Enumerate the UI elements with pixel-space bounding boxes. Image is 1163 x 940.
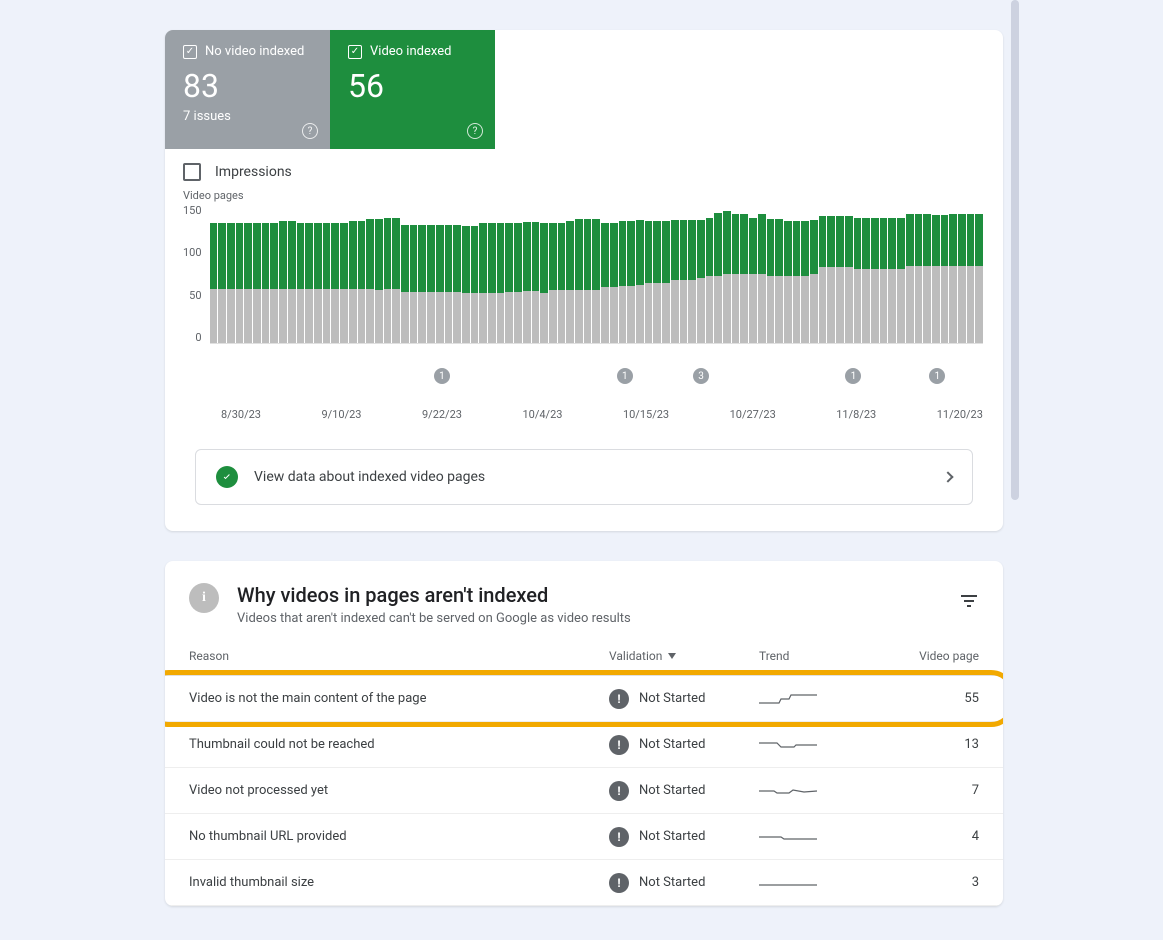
info-icon: i [189,583,219,613]
tile-label: Video indexed [370,44,451,59]
chart-event-markers: 1 1 3 1 1 [221,368,983,386]
sort-desc-icon [668,653,676,659]
issue-reason: No thumbnail URL provided [189,829,609,844]
issues-card: i Why videos in pages aren't indexed Vid… [165,561,1003,906]
issues-subtitle: Videos that aren't indexed can't be serv… [237,611,631,626]
issue-page-count: 4 [889,829,979,844]
trend-sparkline [759,735,889,755]
col-trend: Trend [759,649,889,663]
status-not-started-icon: ! [609,689,629,709]
chart-y-title: Video pages [183,189,983,202]
chart-marker[interactable]: 3 [693,368,709,384]
issue-row[interactable]: Video not processed yet!Not Started 7 [165,768,1003,814]
help-icon[interactable]: ? [302,123,318,139]
trend-sparkline [759,781,889,801]
checkbox-checked-icon: ✓ [348,45,362,59]
col-pages: Video page [889,649,979,663]
issue-row[interactable]: No thumbnail URL provided!Not Started 4 [165,814,1003,860]
summary-tiles: ✓ No video indexed 83 7 issues ? ✓ Video… [165,30,1003,149]
issue-page-count: 3 [889,875,979,890]
checkbox-empty-icon[interactable] [183,163,201,181]
issues-table-header: Reason Validation Trend Video page [165,636,1003,676]
tile-video-indexed[interactable]: ✓ Video indexed 56 ? [330,30,495,149]
status-not-started-icon: ! [609,873,629,893]
chart-marker[interactable]: 1 [434,368,450,384]
issue-reason: Invalid thumbnail size [189,875,609,890]
issue-reason: Video is not the main content of the pag… [189,691,609,706]
y-axis-ticks: 150100500 [183,204,210,344]
issue-page-count: 13 [889,737,979,752]
chart-marker[interactable]: 1 [929,368,945,384]
checkbox-checked-icon: ✓ [183,45,197,59]
trend-sparkline [759,873,889,893]
trend-sparkline [759,827,889,847]
tile-subtext: 7 issues [183,109,312,124]
vertical-scrollbar[interactable] [1011,0,1023,940]
check-circle-icon [216,466,238,488]
validation-status: !Not Started [609,827,759,847]
banner-text: View data about indexed video pages [254,469,485,485]
validation-status: !Not Started [609,781,759,801]
chart-plot[interactable] [210,204,983,344]
validation-status: !Not Started [609,689,759,709]
x-axis-ticks: 8/30/239/10/239/22/2310/4/2310/15/2310/2… [221,408,983,421]
issue-page-count: 7 [889,783,979,798]
issue-row[interactable]: Thumbnail could not be reached!Not Start… [165,722,1003,768]
view-indexed-data-banner[interactable]: View data about indexed video pages [195,449,973,505]
validation-status: !Not Started [609,735,759,755]
tile-count: 56 [348,67,477,105]
issue-reason: Thumbnail could not be reached [189,737,609,752]
filter-icon[interactable] [959,591,979,611]
issues-title: Why videos in pages aren't indexed [237,583,631,607]
status-not-started-icon: ! [609,827,629,847]
trend-sparkline [759,689,889,709]
validation-status: !Not Started [609,873,759,893]
col-validation[interactable]: Validation [609,649,759,663]
tile-no-video-indexed[interactable]: ✓ No video indexed 83 7 issues ? [165,30,330,149]
impressions-toggle-row[interactable]: Impressions [165,149,1003,189]
chart-area: Video pages 150100500 1 1 3 1 1 8/30/239/10/… [165,189,1003,431]
status-not-started-icon: ! [609,781,629,801]
col-reason: Reason [189,649,609,663]
tile-label: No video indexed [205,44,304,59]
status-not-started-icon: ! [609,735,629,755]
issue-row[interactable]: Invalid thumbnail size!Not Started 3 [165,860,1003,906]
chart-marker[interactable]: 1 [845,368,861,384]
issue-reason: Video not processed yet [189,783,609,798]
chart-marker[interactable]: 1 [617,368,633,384]
tile-count: 83 [183,67,312,105]
issue-row[interactable]: Video is not the main content of the pag… [165,676,1003,722]
help-icon[interactable]: ? [467,123,483,139]
chevron-right-icon [942,471,953,482]
video-index-summary-card: ✓ No video indexed 83 7 issues ? ✓ Video… [165,30,1003,531]
issue-page-count: 55 [889,691,979,706]
impressions-label: Impressions [215,164,292,180]
